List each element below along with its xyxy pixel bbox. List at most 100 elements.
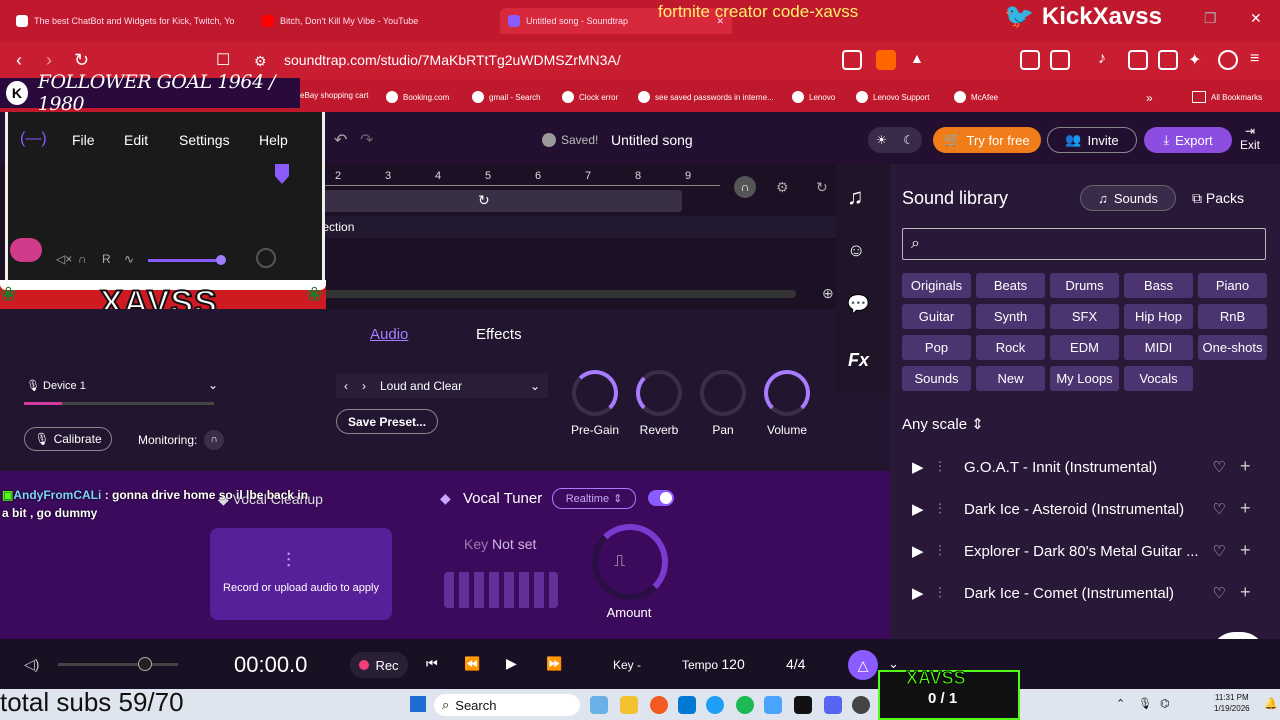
chevron-down-icon[interactable]: ⌄: [208, 378, 218, 392]
packs-tab[interactable]: ⧉ Packs: [1192, 190, 1244, 207]
category-chip[interactable]: Originals: [902, 273, 971, 298]
settings-gear-icon[interactable]: ⚙: [776, 179, 789, 196]
metronome-icon[interactable]: ∩: [734, 176, 756, 198]
category-chip[interactable]: One-shots: [1198, 335, 1267, 360]
undo-icon[interactable]: ↶: [334, 130, 347, 150]
play-icon[interactable]: ▶: [506, 655, 517, 672]
notifications-icon[interactable]: 🔔: [1264, 697, 1278, 710]
library-song-row[interactable]: ▶ ⫶ G.O.A.T - Innit (Instrumental) ♡: [900, 448, 1270, 486]
zoom-icon[interactable]: ⊕: [822, 285, 834, 302]
loop-region[interactable]: ↻: [282, 190, 682, 212]
taskbar-search[interactable]: ⌕ Search: [434, 694, 580, 716]
chat-icon[interactable]: 💬: [847, 294, 869, 315]
add-icon[interactable]: +: [1240, 540, 1251, 561]
piano-keys[interactable]: [444, 572, 558, 608]
menu-help[interactable]: Help: [259, 132, 288, 148]
browser-tab[interactable]: The best ChatBot and Widgets for Kick, T…: [16, 8, 234, 34]
headphones-icon[interactable]: ∩: [78, 252, 87, 266]
speaker-icon[interactable]: ◁): [24, 656, 39, 673]
theme-toggle[interactable]: ☀ ☾: [868, 127, 922, 153]
bookmark-item[interactable]: Booking.com: [386, 91, 449, 103]
close-window-icon[interactable]: ✕: [1250, 10, 1262, 27]
category-chip[interactable]: EDM: [1050, 335, 1119, 360]
add-icon[interactable]: +: [1240, 456, 1251, 477]
sound-library-icon[interactable]: ♫: [847, 184, 864, 210]
vpn-icon[interactable]: [1218, 50, 1238, 70]
discord-icon[interactable]: [824, 696, 842, 714]
share-icon[interactable]: [842, 50, 862, 70]
redo-icon[interactable]: ↷: [360, 130, 373, 150]
master-volume-handle[interactable]: [138, 657, 152, 671]
category-chip[interactable]: Synth: [976, 304, 1045, 329]
menu-edit[interactable]: Edit: [124, 132, 148, 148]
category-chip[interactable]: Sounds: [902, 366, 971, 391]
song-title[interactable]: Untitled song: [611, 132, 693, 148]
play-icon[interactable]: ▶: [912, 458, 938, 476]
file-explorer-icon[interactable]: [620, 696, 638, 714]
category-chip[interactable]: Bass: [1124, 273, 1193, 298]
menu-icon[interactable]: ≡: [1250, 50, 1270, 70]
heart-icon[interactable]: ♡: [1213, 584, 1226, 602]
rewind-icon[interactable]: ⏪: [464, 656, 480, 672]
bookmark-item[interactable]: Clock error: [562, 91, 618, 103]
extensions-icon[interactable]: [1020, 50, 1040, 70]
music-icon[interactable]: ♪: [1098, 50, 1118, 70]
tab-audio[interactable]: Audio: [370, 326, 408, 343]
volume-slider-handle[interactable]: [216, 255, 226, 265]
edge-icon[interactable]: [706, 696, 724, 714]
wallet-icon[interactable]: [1158, 50, 1178, 70]
calibrate-button[interactable]: 🎙 Calibrate: [24, 427, 112, 451]
fx-icon[interactable]: Fx: [848, 350, 869, 371]
category-chip[interactable]: Hip Hop: [1124, 304, 1193, 329]
app-icon[interactable]: [764, 696, 782, 714]
tray-expand-icon[interactable]: ⌃: [1116, 697, 1125, 710]
category-chip[interactable]: My Loops: [1050, 366, 1119, 391]
windows-start-icon[interactable]: [410, 696, 426, 712]
prev-preset-icon[interactable]: ‹: [344, 379, 348, 393]
category-chip[interactable]: Pop: [902, 335, 971, 360]
pregain-knob[interactable]: [572, 370, 618, 416]
category-chip[interactable]: New: [976, 366, 1045, 391]
play-icon[interactable]: ▶: [912, 500, 938, 518]
skip-back-icon[interactable]: ⏮: [426, 656, 438, 672]
next-preset-icon[interactable]: ›: [362, 379, 366, 393]
category-chip[interactable]: Guitar: [902, 304, 971, 329]
tab-effects[interactable]: Effects: [476, 326, 522, 343]
bookmark-item[interactable]: gmail - Search: [472, 91, 541, 103]
bookmark-item[interactable]: McAfee: [954, 91, 998, 103]
bookmark-item[interactable]: see saved passwords in interne...: [638, 91, 774, 103]
site-info-icon[interactable]: ⚙: [254, 53, 267, 70]
obs-icon[interactable]: [852, 696, 870, 714]
library-search-input[interactable]: ⌕: [902, 228, 1266, 260]
library-song-row[interactable]: ▶ ⫶ Explorer - Dark 80's Metal Guitar ... ♡: [900, 532, 1270, 570]
horizontal-scrollbar[interactable]: [300, 290, 796, 298]
back-icon[interactable]: ‹: [16, 50, 22, 71]
app-icon[interactable]: [794, 696, 812, 714]
record-arm[interactable]: R: [102, 252, 111, 266]
menu-file[interactable]: File: [72, 132, 95, 148]
collaborators-icon[interactable]: ☺: [847, 240, 865, 261]
fast-forward-icon[interactable]: ⏩: [546, 656, 562, 672]
device-select[interactable]: 🎙 Device 1: [26, 379, 86, 392]
scale-select[interactable]: Any scale ⇕: [902, 415, 984, 433]
reverb-knob[interactable]: [636, 370, 682, 416]
invite-button[interactable]: 👥 Invite: [1047, 127, 1137, 153]
save-preset-button[interactable]: Save Preset...: [336, 409, 438, 434]
add-icon[interactable]: +: [1240, 582, 1251, 603]
all-bookmarks[interactable]: All Bookmarks: [1192, 91, 1262, 103]
sidebar-icon[interactable]: [1128, 50, 1148, 70]
brave-rewards-icon[interactable]: ▲: [910, 50, 930, 70]
add-icon[interactable]: +: [1240, 498, 1251, 519]
bookmark-item[interactable]: Lenovo: [792, 91, 835, 103]
play-icon[interactable]: ▶: [912, 584, 938, 602]
try-free-button[interactable]: 🛒 Try for free: [933, 127, 1041, 153]
vocal-cleanup-dropzone[interactable]: [210, 528, 392, 620]
category-chip[interactable]: MIDI: [1124, 335, 1193, 360]
category-chip[interactable]: Vocals: [1124, 366, 1193, 391]
spotify-icon[interactable]: [736, 696, 754, 714]
network-icon[interactable]: ⌬: [1160, 697, 1170, 710]
heart-icon[interactable]: ♡: [1213, 542, 1226, 560]
master-volume-slider[interactable]: [58, 663, 178, 666]
automation-icon[interactable]: ∿: [124, 252, 134, 266]
taskbar-clock[interactable]: 11:31 PM 1/19/2026: [1214, 692, 1250, 714]
